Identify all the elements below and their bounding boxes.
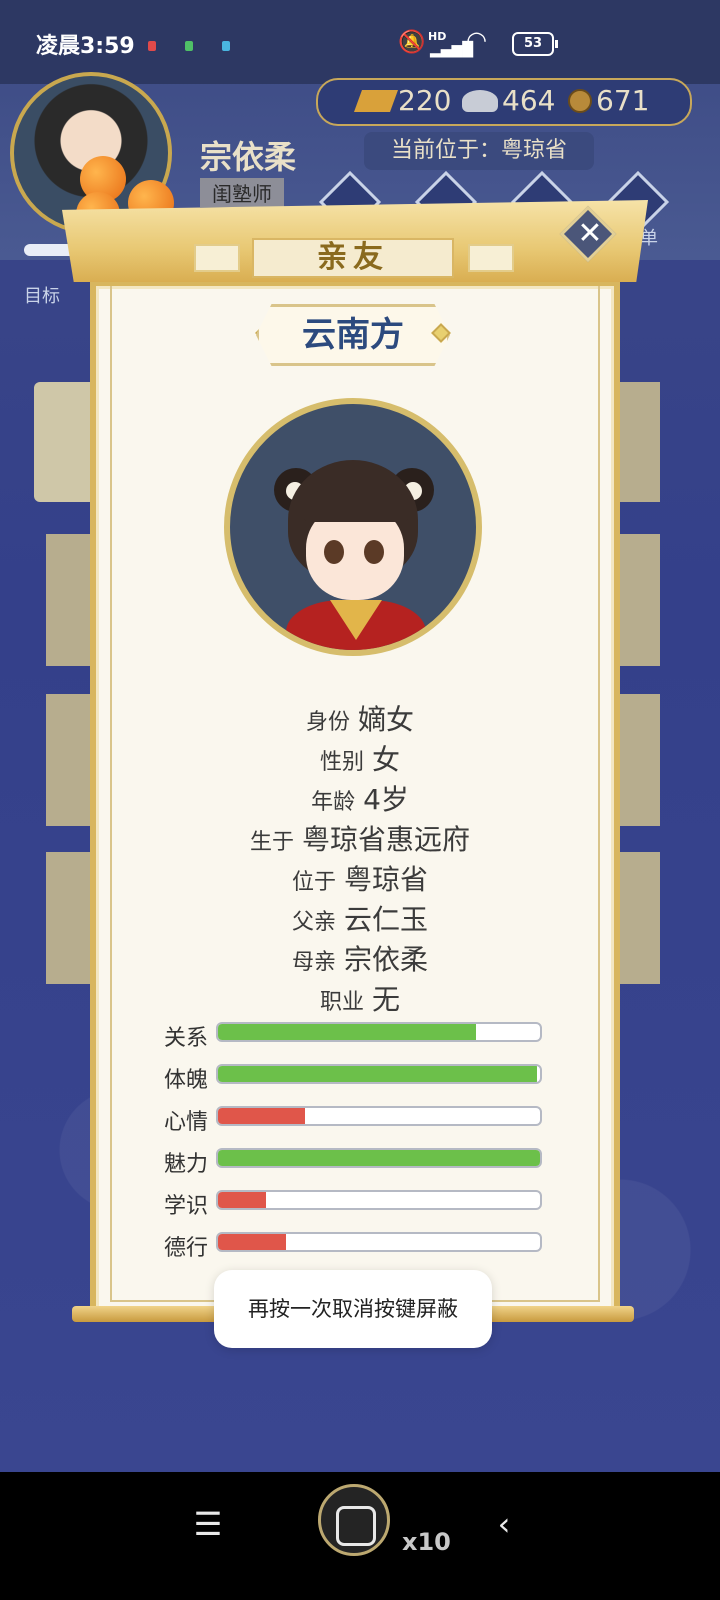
player-title: 闺塾师	[200, 178, 284, 207]
info-value: 粤琼省惠远府	[302, 823, 471, 856]
npc-name: 云南方	[256, 304, 450, 366]
stat-bar-physique	[216, 1064, 542, 1084]
info-value: 嫡女	[358, 703, 415, 736]
gold-currency: 220	[353, 80, 452, 122]
info-key: 母亲	[291, 950, 336, 975]
info-value: 无	[372, 983, 401, 1016]
menu-icon[interactable]: ☰	[184, 1500, 232, 1548]
info-key: 职业	[319, 990, 364, 1015]
battery-icon: 53	[512, 32, 558, 56]
silver-amount: 464	[502, 84, 556, 117]
status-bar: 凌晨3:59 🔕 HD ▂▄▆█ ◠ 53	[0, 0, 720, 84]
left-slot	[46, 534, 90, 666]
info-key: 父亲	[291, 910, 336, 935]
battery-level: 53	[523, 36, 543, 51]
back-icon[interactable]: ‹	[484, 1500, 524, 1548]
right-slot	[620, 534, 660, 666]
currency-bar: 220 464 671	[316, 78, 692, 126]
eye	[324, 540, 344, 564]
stat-label-charm: 魅力	[164, 1152, 209, 1177]
copper-coin-icon	[568, 89, 592, 113]
copper-amount: 671	[596, 84, 650, 117]
stat-bar-relationship	[216, 1022, 542, 1042]
info-row-gender: 性别女	[0, 738, 720, 778]
mute-bell-icon: 🔕	[398, 30, 426, 55]
tab-decoration	[194, 244, 240, 272]
gold-amount: 220	[398, 84, 452, 117]
stat-fill	[218, 1024, 476, 1040]
gold-bar-icon	[353, 90, 399, 112]
stat-label-mood: 心情	[164, 1110, 209, 1135]
info-value: 女	[372, 743, 401, 776]
stat-bar-charm	[216, 1148, 542, 1168]
app-notification-icon	[185, 41, 194, 51]
toast-message: 再按一次取消按键屏蔽	[214, 1270, 492, 1348]
stat-fill	[218, 1192, 267, 1208]
multiplier-label: x10	[402, 1528, 451, 1556]
info-value: 云仁玉	[344, 903, 429, 936]
info-row-mother: 母亲 宗依柔	[0, 938, 720, 978]
silver-currency: 464	[462, 80, 555, 122]
info-key: 位于	[291, 870, 336, 895]
info-key: 年龄	[311, 790, 356, 815]
close-icon[interactable]: ✕	[570, 214, 610, 254]
app-notification-icon	[222, 41, 231, 51]
info-row-birthplace: 生于 粤琼省惠远府	[0, 818, 720, 858]
info-row-identity: 身份 嫡女	[0, 698, 720, 738]
eye	[364, 540, 384, 564]
npc-portrait	[224, 398, 482, 656]
info-value: 粤琼省	[344, 863, 429, 896]
stat-label-relationship: 关系	[164, 1026, 209, 1051]
stat-label-virtue: 德行	[164, 1236, 209, 1261]
goal-label[interactable]: 目标	[24, 282, 60, 308]
bangs	[304, 488, 408, 522]
stat-fill	[218, 1108, 305, 1124]
right-slot	[620, 382, 660, 502]
app-notification-icon	[148, 41, 156, 51]
silver-ingot-icon	[462, 90, 498, 112]
status-time: 凌晨3:59	[36, 34, 135, 59]
info-value: 宗依柔	[344, 943, 429, 976]
info-key: 性别	[319, 750, 364, 775]
stat-bar-virtue	[216, 1232, 542, 1252]
info-row-father: 父亲 云仁玉	[0, 898, 720, 938]
stat-label-knowledge: 学识	[164, 1194, 209, 1219]
stat-fill	[218, 1066, 537, 1082]
info-key: 生于	[249, 830, 294, 855]
player-name: 宗依柔	[200, 138, 297, 176]
location-pill[interactable]: 当前位于：粤琼省	[364, 132, 594, 170]
info-row-occupation: 职业无	[0, 978, 720, 1018]
wifi-icon: ◠	[466, 26, 487, 54]
notification-icons	[148, 36, 254, 55]
stat-bar-mood	[216, 1106, 542, 1126]
modal-title: 亲友	[252, 238, 454, 278]
tab-decoration	[468, 244, 514, 272]
stat-bar-knowledge	[216, 1190, 542, 1210]
info-row-age: 年龄 4岁	[0, 778, 720, 818]
copper-currency: 671	[568, 80, 649, 122]
info-key: 身份	[305, 710, 350, 735]
stat-label-physique: 体魄	[164, 1068, 209, 1093]
home-icon[interactable]	[336, 1506, 376, 1546]
info-value: 4岁	[363, 783, 409, 816]
stat-fill	[218, 1150, 540, 1166]
stat-fill	[218, 1234, 286, 1250]
info-row-location: 位于 粤琼省	[0, 858, 720, 898]
